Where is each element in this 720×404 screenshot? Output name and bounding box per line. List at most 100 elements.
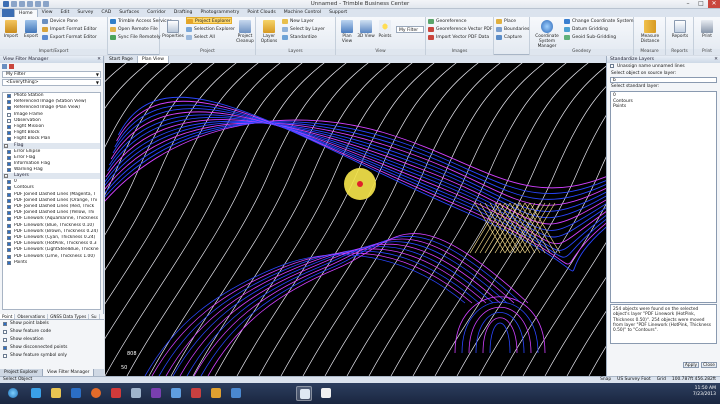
minimize-button[interactable]: – xyxy=(682,0,694,8)
view-filter-select[interactable]: My Filter xyxy=(396,26,424,33)
taskbar-app[interactable] xyxy=(168,386,184,401)
tab-point[interactable]: Point xyxy=(0,314,16,319)
option-row[interactable]: Show point labels xyxy=(0,320,104,328)
taskbar-notes[interactable] xyxy=(128,386,144,401)
maximize-button[interactable]: □ xyxy=(695,0,707,8)
project-cleanup-button[interactable]: Project Cleanup xyxy=(234,20,256,44)
device-pane-button[interactable]: Device Pane xyxy=(42,18,78,25)
georeference-vector-pdf-button[interactable]: Georeference Vector PDF xyxy=(428,26,492,33)
properties-button[interactable]: Properties xyxy=(162,20,184,39)
print-button[interactable]: Print xyxy=(698,20,716,39)
system-tray[interactable]: 11:50 AM 7/23/2013 xyxy=(693,386,716,398)
tab-surfaces[interactable]: Su xyxy=(89,314,100,319)
checkbox[interactable] xyxy=(3,330,7,334)
export-format-editor-button[interactable]: Export Format Editor xyxy=(42,34,97,41)
taskbar-tbc[interactable] xyxy=(296,386,312,401)
taskbar-ie[interactable] xyxy=(28,386,44,401)
start-button[interactable] xyxy=(4,386,22,401)
tab-view-filter-manager[interactable]: View Filter Manager xyxy=(42,369,95,376)
checkbox[interactable] xyxy=(7,112,11,117)
tab-home[interactable]: Home xyxy=(14,9,38,17)
option-row[interactable]: Show feature code xyxy=(0,328,104,336)
close-button[interactable]: Close xyxy=(701,362,717,368)
option-row[interactable]: Show feature symbol only xyxy=(0,352,104,360)
georeference-button[interactable]: Georeference xyxy=(428,18,467,25)
checkbox[interactable] xyxy=(7,100,11,105)
plan-view-button[interactable]: Plan View xyxy=(338,20,356,44)
checkbox[interactable] xyxy=(610,64,614,68)
tab-edit[interactable]: Edit xyxy=(56,9,73,17)
checkbox[interactable] xyxy=(7,205,11,209)
checkbox[interactable] xyxy=(3,322,7,326)
checkbox[interactable] xyxy=(7,186,11,191)
delete-filter-icon[interactable] xyxy=(9,64,14,69)
new-filter-icon[interactable] xyxy=(2,64,7,69)
checkbox[interactable] xyxy=(7,168,11,173)
select-by-layer-button[interactable]: Select by Layer xyxy=(282,26,325,33)
checkbox[interactable] xyxy=(3,354,7,358)
taskbar-media[interactable] xyxy=(108,386,124,401)
checkbox[interactable] xyxy=(7,235,11,240)
tab-gnss-data-types[interactable]: GNSS Data Types xyxy=(48,314,90,319)
boundaries-button[interactable]: Boundaries xyxy=(496,26,529,33)
checkbox[interactable] xyxy=(7,94,11,98)
taskbar-paint[interactable] xyxy=(208,386,224,401)
standardize-button[interactable]: Standardize xyxy=(282,34,317,41)
collapse-icon[interactable]: – xyxy=(4,174,8,179)
export-button[interactable]: Export xyxy=(22,20,40,39)
change-coordinate-system-button[interactable]: Change Coordinate System xyxy=(564,18,634,25)
3d-view-button[interactable]: 3D View xyxy=(357,20,375,39)
checkbox[interactable] xyxy=(7,137,11,142)
checkbox[interactable] xyxy=(7,180,11,185)
collapse-icon[interactable]: – xyxy=(4,143,8,148)
place-button[interactable]: Place xyxy=(496,18,516,25)
import-vector-pdf-button[interactable]: Import Vector PDF Data xyxy=(428,34,489,41)
checkbox[interactable] xyxy=(7,248,11,253)
checkbox[interactable] xyxy=(3,338,7,342)
option-row[interactable]: Show elevation xyxy=(0,336,104,344)
import-button[interactable]: Import xyxy=(2,20,20,39)
tab-cad[interactable]: CAD xyxy=(97,9,115,17)
tab-surfaces[interactable]: Surfaces xyxy=(115,9,143,17)
checkbox[interactable] xyxy=(7,198,11,203)
tab-project-explorer[interactable]: Project Explorer xyxy=(0,369,43,376)
taskbar-outlook[interactable] xyxy=(68,386,84,401)
taskbar-explorer[interactable] xyxy=(48,386,64,401)
list-item[interactable]: Points xyxy=(613,104,714,110)
coordinate-system-manager-button[interactable]: Coordinate System Manager xyxy=(532,20,562,49)
tab-view[interactable]: View xyxy=(38,9,57,17)
tab-drafting[interactable]: Drafting xyxy=(170,9,197,17)
close-button[interactable]: ✕ xyxy=(708,0,720,8)
tab-photogrammetry[interactable]: Photogrammetry xyxy=(196,9,243,17)
import-format-editor-button[interactable]: Import Format Editor xyxy=(42,26,97,33)
checkbox[interactable] xyxy=(7,260,11,265)
checkbox[interactable] xyxy=(7,242,11,247)
unassign-option[interactable]: Unassign name unnamed lines xyxy=(607,63,720,70)
checkbox[interactable] xyxy=(7,211,11,216)
points-button[interactable]: Points xyxy=(376,20,394,39)
checkbox[interactable] xyxy=(7,149,11,154)
checkbox[interactable] xyxy=(3,346,7,350)
list-item[interactable]: Points xyxy=(3,260,100,266)
checkbox[interactable] xyxy=(7,124,11,129)
reports-button[interactable]: Reports xyxy=(671,20,689,39)
sync-remotely-button[interactable]: Sync File Remotely xyxy=(110,34,161,41)
capture-button[interactable]: Capture xyxy=(496,34,522,41)
filter-select[interactable]: My Filter ▼ xyxy=(2,71,101,78)
checkbox[interactable] xyxy=(7,131,11,136)
tab-point-clouds[interactable]: Point Clouds xyxy=(243,9,279,17)
checkbox[interactable] xyxy=(7,229,11,234)
tab-plan-view[interactable]: Plan View xyxy=(137,56,169,63)
taskbar-app3[interactable] xyxy=(318,386,334,401)
open-remote-file-button[interactable]: Open Remote File xyxy=(110,26,158,33)
checkbox[interactable] xyxy=(7,192,11,197)
standard-layer-list[interactable]: 0 Contours Points xyxy=(610,91,717,303)
tab-support[interactable]: Support xyxy=(325,9,351,17)
new-layer-button[interactable]: New Layer xyxy=(282,18,314,25)
checkbox[interactable] xyxy=(7,254,11,259)
checkbox[interactable] xyxy=(7,223,11,228)
everything-select[interactable]: <Everything> ▼ xyxy=(2,79,101,86)
measure-distance-button[interactable]: Measure Distance xyxy=(638,20,662,44)
selection-explorer-button[interactable]: Selection Explorer xyxy=(186,26,235,33)
tab-start-page[interactable]: Start Page xyxy=(105,56,138,63)
